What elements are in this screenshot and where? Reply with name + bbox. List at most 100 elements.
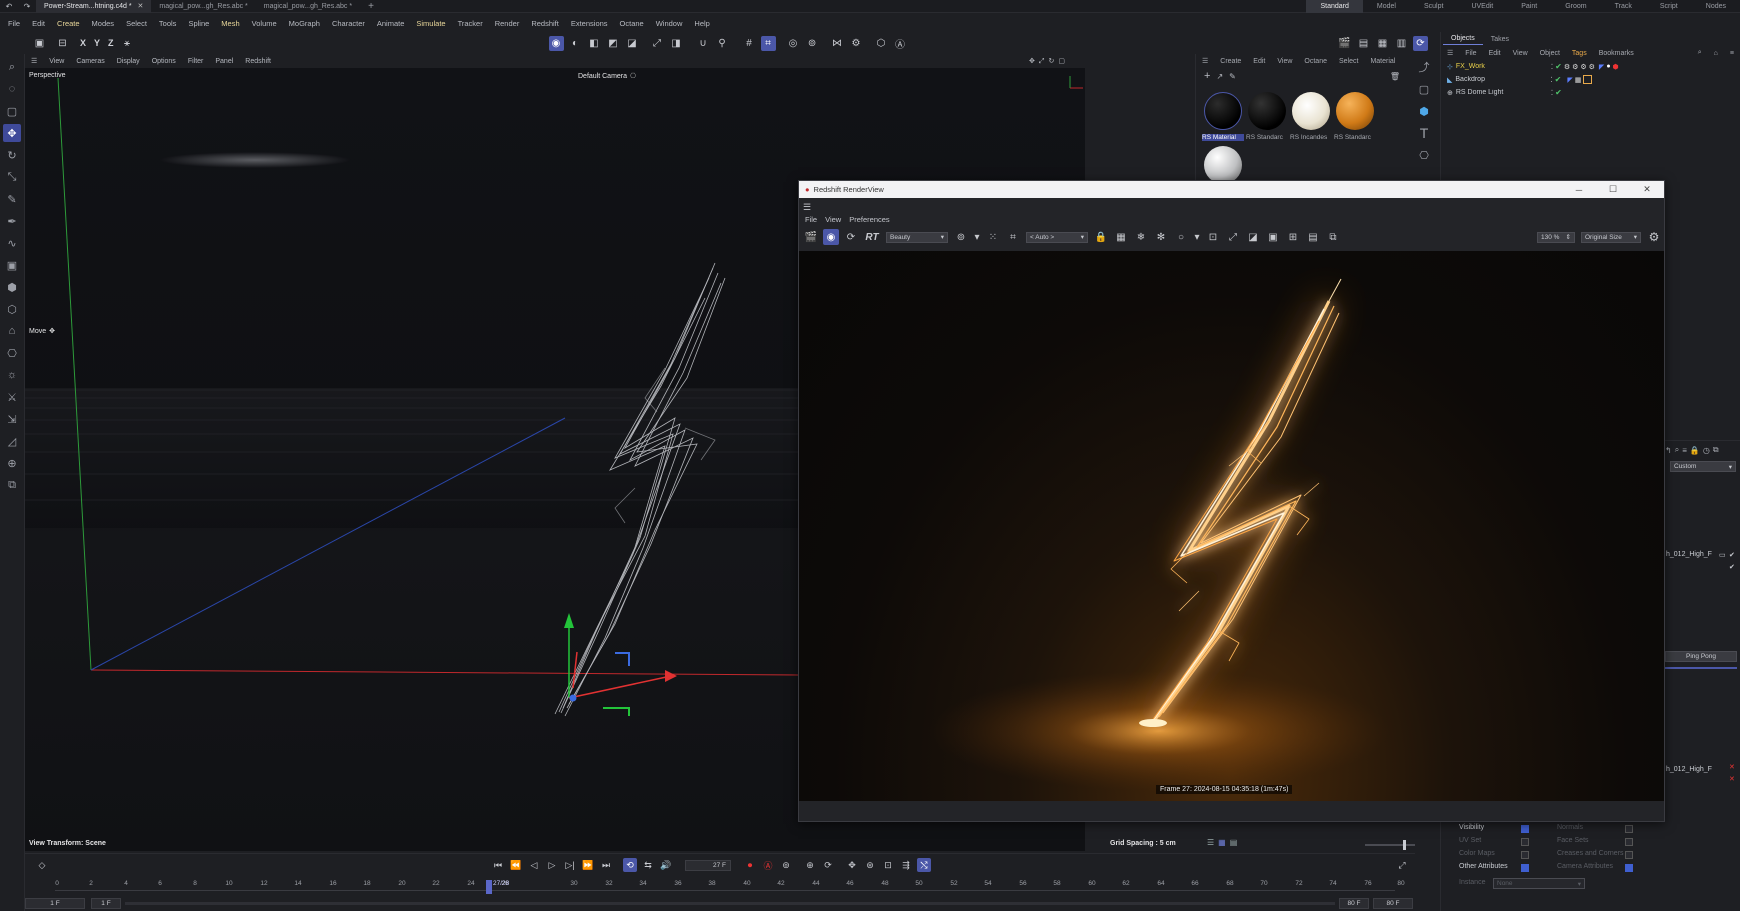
close-icon[interactable]: ✕ <box>138 2 144 10</box>
large-view-icon[interactable]: ▤ <box>1230 838 1238 847</box>
size-dropdown[interactable]: Original Size ▾ <box>1581 231 1641 243</box>
tag-icon-white[interactable]: ● <box>1606 63 1610 70</box>
normals-checkbox[interactable] <box>1625 825 1633 833</box>
material-menu-view[interactable]: View <box>1271 58 1298 65</box>
texture-mode-icon[interactable]: ◧ <box>587 36 602 51</box>
zoom-slider[interactable] <box>1365 840 1415 850</box>
camera-attributes-checkbox[interactable] <box>1625 864 1633 872</box>
renderview-menu-preferences[interactable]: Preferences <box>845 215 893 224</box>
custom-dropdown[interactable]: Custom ▾ <box>1670 461 1736 472</box>
material-swatch-2[interactable] <box>1292 92 1330 130</box>
deformer-icon[interactable]: ⬡ <box>3 300 21 318</box>
visibility-checkbox[interactable] <box>1521 825 1529 833</box>
weld-icon[interactable]: ⊕ <box>3 454 21 472</box>
objects-menu-object[interactable]: Object <box>1534 50 1566 57</box>
add-snapshot-icon[interactable]: ⊞ <box>1285 229 1301 245</box>
live-selection-icon[interactable]: ◌ <box>3 80 21 98</box>
renderview-menu-view[interactable]: View <box>821 215 845 224</box>
viewport-menu-panel[interactable]: Panel <box>209 58 239 65</box>
zoom-field[interactable]: 130 % ⇕ <box>1537 231 1575 243</box>
layout-tab-uvedit[interactable]: UVEdit <box>1457 0 1507 13</box>
menu-create[interactable]: Create <box>51 19 86 28</box>
rectangle-icon[interactable]: ▢ <box>1415 80 1433 98</box>
other-attributes-checkbox[interactable] <box>1521 864 1529 872</box>
material-swatch-1[interactable] <box>1248 92 1286 130</box>
objects-search-icon[interactable]: ⌕ <box>1692 49 1708 57</box>
render-view-icon[interactable]: 🎬 <box>1337 36 1352 51</box>
viewport-menu-cameras[interactable]: Cameras <box>70 58 110 65</box>
menu-volume[interactable]: Volume <box>246 19 283 28</box>
loop-slider[interactable] <box>1665 667 1737 669</box>
symmetry-icon[interactable]: ⋈ <box>830 36 845 51</box>
link-material-icon[interactable]: ↗ <box>1216 72 1223 81</box>
light-icon[interactable]: ☼ <box>3 366 21 384</box>
snap-grid-icon[interactable]: # <box>742 36 757 51</box>
material-hamburger-icon[interactable]: ☰ <box>1196 57 1214 65</box>
redo-icon[interactable]: ↷ <box>24 2 31 11</box>
render-settings-icon[interactable]: ▥ <box>1394 36 1409 51</box>
material-menu-create[interactable]: Create <box>1214 58 1247 65</box>
viewport-solo-icon[interactable]: ▢ <box>3 102 21 120</box>
menu-simulate[interactable]: Simulate <box>410 19 451 28</box>
dropdown-arrow-icon[interactable]: ▾ <box>973 229 981 245</box>
material-menu-select[interactable]: Select <box>1333 58 1364 65</box>
end-frame-field[interactable]: 80 F <box>1373 898 1413 909</box>
snapshot-list-icon[interactable]: ▤ <box>1305 229 1321 245</box>
menu-tools[interactable]: Tools <box>153 19 183 28</box>
close-button[interactable]: ✕ <box>1630 184 1664 195</box>
objects-hamburger-icon[interactable]: ☰ <box>1441 49 1459 57</box>
visibility-toggle[interactable]: ⁚ <box>1550 76 1552 84</box>
menu-tracker[interactable]: Tracker <box>452 19 489 28</box>
layout-tab-groom[interactable]: Groom <box>1551 0 1600 13</box>
object-row-dome-light[interactable]: ⊕ RS Dome Light ⁚ ✔ <box>1441 86 1740 99</box>
menu-mesh[interactable]: Mesh <box>215 19 245 28</box>
list-view-icon[interactable]: ☰ <box>1207 838 1214 847</box>
instance-dropdown[interactable]: None ▾ <box>1493 878 1585 889</box>
axis-y-lock[interactable]: Y <box>94 38 100 48</box>
tag-icon-texture[interactable]: ▦ <box>1575 76 1582 84</box>
render-canvas[interactable]: Frame 27: 2024-08-15 04:35:18 (1m:47s) <box>799 251 1664 801</box>
render-picture-icon[interactable]: ▤ <box>1356 36 1371 51</box>
menu-extensions[interactable]: Extensions <box>565 19 614 28</box>
material-menu-edit[interactable]: Edit <box>1247 58 1271 65</box>
viewport-menu-redshift[interactable]: Redshift <box>239 58 277 65</box>
panel-toggle-icon[interactable]: ▣ <box>32 36 47 51</box>
back-arrow-icon[interactable]: ↰ <box>1665 446 1675 455</box>
model-mode-icon[interactable]: ◉ <box>548 35 564 51</box>
material-swatch-4[interactable] <box>1204 146 1242 184</box>
preview-range-bar[interactable] <box>125 902 1335 905</box>
axis-mode-icon[interactable]: ⤢ <box>650 36 665 51</box>
menu-edit[interactable]: Edit <box>26 19 51 28</box>
menu-octane[interactable]: Octane <box>614 19 650 28</box>
interactive-render-icon[interactable]: ⟳ <box>1413 35 1428 51</box>
color-management-icon[interactable]: ⊚ <box>953 229 969 245</box>
document-tab-3[interactable]: magical_pow...gh_Res.abc * <box>256 0 360 13</box>
start-frame-field[interactable]: 1 F <box>25 898 85 909</box>
bucket-grid-icon[interactable]: ▦ <box>1113 229 1129 245</box>
menu-help[interactable]: Help <box>688 19 715 28</box>
polygons-mode-icon[interactable]: ◪ <box>625 36 640 51</box>
aov-dropdown[interactable]: Beauty ▾ <box>886 231 948 243</box>
coordinate-system-icon[interactable]: ⚹ <box>120 36 135 51</box>
layout-tab-standard[interactable]: Standard <box>1306 0 1363 13</box>
render-queue-icon[interactable]: ▦ <box>1375 36 1390 51</box>
text-tool-icon[interactable]: T <box>1415 124 1433 142</box>
enabled-checkmark-icon[interactable]: ✔ <box>1555 62 1562 71</box>
tag-icon-material[interactable]: ◤ <box>1567 76 1572 84</box>
tab-takes[interactable]: Takes <box>1483 34 1517 45</box>
material-swatch-0[interactable] <box>1204 92 1242 130</box>
layout-tab-script[interactable]: Script <box>1646 0 1692 13</box>
focus-icon[interactable]: ⊡ <box>1205 229 1221 245</box>
menu-redshift[interactable]: Redshift <box>525 19 565 28</box>
enabled-checkmark-icon[interactable]: ✔ <box>1555 88 1562 97</box>
grid-overlay-icon[interactable]: ⁙ <box>985 229 1001 245</box>
workplane-icon[interactable]: ◎ <box>786 36 801 51</box>
dropdown-arrow-icon-2[interactable]: ▾ <box>1193 229 1201 245</box>
layout-tab-model[interactable]: Model <box>1363 0 1410 13</box>
visibility-toggle[interactable]: ⁚ <box>1551 89 1553 97</box>
attr-history-icon[interactable]: ◷ <box>1703 446 1713 455</box>
objects-menu-edit[interactable]: Edit <box>1483 50 1507 57</box>
clapper-icon[interactable]: 🎬 <box>803 229 819 245</box>
spline-tool-icon[interactable]: ∿ <box>3 234 21 252</box>
generator-icon[interactable]: ⬢ <box>3 278 21 296</box>
